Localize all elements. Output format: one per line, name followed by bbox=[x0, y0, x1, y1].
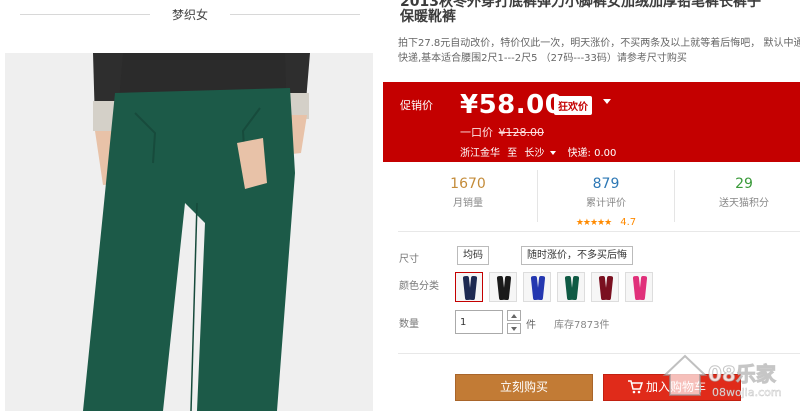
quantity-unit: 件 bbox=[526, 320, 536, 331]
original-price-value: ¥128.00 bbox=[498, 126, 545, 139]
ship-to-prefix: 至 bbox=[507, 148, 518, 159]
product-gallery: 梦织女 bbox=[0, 0, 380, 411]
cart-icon bbox=[628, 380, 643, 394]
swatch-pants-icon bbox=[536, 275, 546, 301]
ship-from: 浙江金华 bbox=[460, 148, 500, 159]
size-option-note[interactable]: 随时涨价，不多买后悔 bbox=[521, 246, 633, 265]
buy-now-button[interactable]: 立刻购买 bbox=[455, 374, 593, 401]
swatch-green[interactable] bbox=[557, 272, 585, 302]
swatch-navy[interactable] bbox=[455, 272, 483, 302]
swatch-pants-icon bbox=[502, 275, 512, 301]
house-logo-icon bbox=[662, 354, 708, 396]
brand-header: 梦织女 bbox=[0, 0, 380, 30]
rating-score: 4.7 bbox=[620, 217, 637, 228]
size-option-onesize[interactable]: 均码 bbox=[457, 246, 489, 265]
pants-model-image bbox=[5, 53, 373, 411]
swatch-pants-icon bbox=[604, 275, 614, 301]
quantity-increase-button[interactable] bbox=[507, 310, 521, 321]
tmall-points: 29 送天猫积分 bbox=[675, 170, 800, 222]
promo-price-value: ¥58.00 bbox=[460, 90, 564, 120]
color-label: 颜色分类 bbox=[399, 281, 439, 292]
divider-left bbox=[20, 14, 150, 15]
shipping-row: 浙江金华 至 长沙 快递: 0.00 bbox=[460, 144, 620, 159]
product-stats: 1670 月销量 879 累计评价 ★★★★★ 4.7 29 送天猫积分 bbox=[383, 170, 800, 228]
quantity-decrease-button[interactable] bbox=[507, 323, 521, 334]
stock-count: 库存7873件 bbox=[554, 320, 610, 331]
carnival-price-badge: 狂欢价 bbox=[554, 96, 592, 115]
destination-value: 长沙 bbox=[524, 148, 545, 159]
swatch-pants-icon bbox=[570, 275, 580, 301]
monthly-sales: 1670 月销量 bbox=[399, 170, 537, 222]
destination-select[interactable]: 长沙 bbox=[524, 144, 560, 159]
description-line2: 快递,基本适合腰围2尺1---2尺5 （27码---33码）请参考尺寸购买 bbox=[398, 53, 687, 64]
total-reviews-label: 累计评价 bbox=[586, 198, 626, 209]
quantity-label: 数量 bbox=[399, 319, 419, 330]
size-label: 尺寸 bbox=[399, 254, 419, 265]
monthly-sales-label: 月销量 bbox=[453, 198, 483, 209]
shipping-fee: 快递: 0.00 bbox=[567, 148, 617, 159]
divider bbox=[398, 231, 800, 232]
chevron-down-icon bbox=[550, 151, 557, 155]
site-watermark: 08乐家 08wojia.com bbox=[660, 330, 800, 410]
price-panel: 促销价 ¥58.00 狂欢价 一口价 ¥128.00 浙江金华 至 长沙 快递:… bbox=[383, 82, 800, 162]
rating-stars-icon: ★★★★★ bbox=[575, 218, 612, 228]
promo-price-label: 促销价 bbox=[400, 99, 433, 112]
total-reviews-count: 879 bbox=[592, 176, 620, 192]
description-line1: 拍下27.8元自动改价，特价仅此一次，明天涨价，不买两条及以上就等着后悔吧， 默… bbox=[398, 38, 800, 49]
chevron-down-icon bbox=[511, 327, 517, 331]
product-title-line2: 保暖靴裤 bbox=[400, 9, 456, 25]
brand-name: 梦织女 bbox=[171, 8, 208, 22]
product-title: 2013秋冬外穿打底裤弹力小脚裤女加绒加厚铅笔裤长裤子 保暖靴裤 bbox=[400, 0, 800, 25]
watermark-text: 08乐家 bbox=[708, 362, 777, 387]
tmall-points-count: 29 bbox=[735, 176, 753, 192]
product-description: 拍下27.8元自动改价，特价仅此一次，明天涨价，不买两条及以上就等着后悔吧， 默… bbox=[398, 36, 800, 66]
product-photo[interactable] bbox=[5, 53, 373, 411]
original-price-row: 一口价 ¥128.00 bbox=[460, 124, 544, 140]
monthly-sales-count: 1670 bbox=[450, 176, 486, 192]
total-reviews[interactable]: 879 累计评价 ★★★★★ 4.7 bbox=[537, 170, 675, 228]
divider-right bbox=[230, 14, 360, 15]
tmall-points-label: 送天猫积分 bbox=[719, 198, 769, 209]
swatch-wine[interactable] bbox=[591, 272, 619, 302]
swatch-pants-icon bbox=[638, 275, 648, 301]
swatch-pink[interactable] bbox=[625, 272, 653, 302]
swatch-pants-icon bbox=[468, 275, 478, 301]
swatch-black[interactable] bbox=[489, 272, 517, 302]
rating-row: ★★★★★ 4.7 bbox=[538, 210, 674, 229]
original-price-label: 一口价 bbox=[460, 126, 493, 139]
chevron-up-icon bbox=[511, 314, 517, 318]
quantity-input[interactable] bbox=[455, 310, 503, 334]
watermark-url: 08wojia.com bbox=[712, 386, 782, 400]
swatch-blue[interactable] bbox=[523, 272, 551, 302]
price-dropdown-icon[interactable] bbox=[603, 99, 611, 104]
